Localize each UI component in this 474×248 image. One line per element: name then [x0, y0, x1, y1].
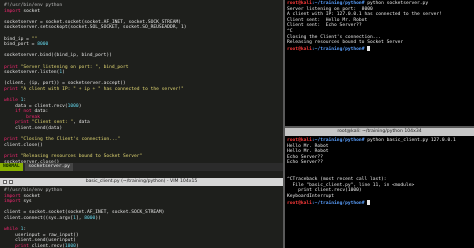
code-token: :: [23, 227, 27, 233]
editor-bottom-title: basic_client.py (~/training/python) - VI…: [85, 179, 198, 184]
code-token: "Closing the Client's connection...": [17, 137, 121, 143]
code-token: print: [4, 154, 18, 160]
code-token: socketserver.listen(: [4, 70, 60, 76]
code-token: print: [4, 137, 18, 143]
code-token: #!/usr/bin/env python: [4, 188, 63, 193]
terminal-bottom-output[interactable]: root@kali:~/training/python# python basi…: [287, 138, 456, 206]
horizontal-divider-right[interactable]: [285, 126, 474, 128]
window-buttons[interactable]: [3, 180, 13, 184]
code-line: print client.recv(1000): [4, 244, 164, 248]
editor-bottom-code[interactable]: #!/usr/bin/env python import socket import…: [4, 188, 164, 248]
close-icon[interactable]: [3, 180, 7, 184]
terminal-bottom-title: root@kali: ~/training/python 104x34: [337, 129, 422, 134]
terminal-bottom-titlebar[interactable]: root@kali: ~/training/python 104x34: [285, 128, 474, 136]
vim-filename: socketserver.py: [25, 163, 73, 171]
prompt-user: root@kali: [287, 200, 312, 206]
shell-prompt-line: root@kali:~/training/python# python basi…: [287, 138, 456, 144]
code-token: client.close(): [4, 142, 43, 148]
code-token: import: [4, 193, 21, 199]
code-token: client.connect((sys.argv[: [4, 215, 74, 221]
code-token: socket: [20, 193, 40, 199]
code-token: socketserver.bind((bind_ip, bind_port)): [4, 53, 112, 59]
code-token: 8000: [37, 42, 49, 48]
code-token: , data: [73, 120, 90, 126]
code-token: import: [4, 199, 21, 205]
code-token: 8000: [84, 215, 96, 221]
terminal-top-pane[interactable]: root@kali:~/training/python# python sock…: [285, 0, 474, 126]
code-token: data = client.recv(: [4, 103, 68, 109]
code-token: 1000: [64, 243, 76, 248]
code-token: userinput = raw_input(): [4, 232, 79, 238]
shell-prompt-line: root@kali:~/training/python#: [287, 45, 442, 52]
code-token: 1000: [67, 103, 79, 109]
code-token: import: [4, 8, 21, 14]
terminal-output-line: A client with IP: 127.0.0.1 has connecte…: [287, 12, 442, 18]
code-token: print: [4, 86, 18, 92]
code-token: print: [4, 120, 29, 126]
prompt-user: root@kali: [287, 138, 312, 143]
vertical-divider[interactable]: [283, 0, 285, 248]
code-token: while: [4, 227, 18, 233]
editor-bottom-titlebar[interactable]: basic_client.py (~/training/python) - VI…: [0, 178, 283, 186]
code-token: (client, (ip, port)) = socketserver.acce…: [4, 81, 126, 87]
code-token: "A client with IP: " + ip + " has connec…: [17, 86, 184, 92]
prompt-user: root@kali: [287, 46, 312, 52]
code-token: ): [75, 243, 79, 248]
code-token: bind_port =: [4, 42, 38, 48]
code-token: while: [4, 98, 18, 104]
code-token: "Client sent: ": [28, 120, 74, 126]
shell-prompt-line: root@kali:~/training/python# python sock…: [287, 1, 442, 7]
code-token: )): [95, 215, 101, 221]
code-token: client.send(userinput): [4, 238, 76, 244]
code-token: "Server listening on port: ", bind_port: [17, 64, 129, 70]
prompt-path: :~/training/python#: [311, 138, 365, 143]
code-token: "Releasing resources bound to Socket Ser…: [17, 154, 143, 160]
code-token: data:: [31, 109, 49, 115]
editor-top-pane[interactable]: #!/usr/bin/env python import socket socket…: [0, 0, 283, 178]
prompt-user: root@kali: [287, 1, 312, 6]
code-token: if not: [4, 109, 32, 115]
prompt-path: :~/training/python#: [311, 1, 365, 6]
code-token: #!/usr/bin/env python: [4, 3, 63, 8]
code-token: socket: [20, 8, 40, 14]
prompt-path: :~/training/python#: [311, 46, 365, 52]
prompt-command: python socketserver.py: [364, 1, 429, 6]
terminal-bottom-pane[interactable]: root@kali: ~/training/python 104x34 root…: [285, 128, 474, 248]
code-token: :: [23, 98, 27, 104]
code-line: print "A client with IP: " + ip + " has …: [4, 87, 187, 93]
code-token: socketserver.setsockopt(socket.SOL_SOCKE…: [4, 25, 187, 31]
vim-mode-badge: NORMAL: [0, 163, 23, 171]
prompt-path: :~/training/python#: [311, 200, 365, 206]
code-token: client.recv(: [28, 243, 65, 248]
code-token: ): [78, 103, 82, 109]
code-token: print: [4, 243, 29, 248]
terminal-cursor: [367, 45, 371, 51]
code-token: ],: [75, 215, 85, 221]
minimize-icon[interactable]: [9, 180, 13, 184]
code-token: print: [4, 64, 18, 70]
terminal-top-output[interactable]: root@kali:~/training/python# python sock…: [287, 1, 442, 52]
editor-bottom-pane[interactable]: basic_client.py (~/training/python) - VI…: [0, 178, 283, 248]
prompt-command: python basic_client.py 127.0.0.1: [364, 138, 456, 143]
editor-top-code[interactable]: #!/usr/bin/env python import socket socket…: [4, 3, 187, 165]
shell-prompt-line: root@kali:~/training/python#: [287, 199, 456, 206]
code-token: "": [31, 36, 38, 42]
code-token: client = socket.socket(socket.AF_INET, s…: [4, 210, 165, 216]
editor-top-statusbar: NORMAL socketserver.py: [0, 163, 283, 171]
terminal-cursor: [367, 199, 371, 205]
code-token: client.send(data): [4, 126, 63, 132]
code-token: bind_ip =: [4, 36, 32, 42]
code-token: sys: [20, 199, 32, 205]
code-line: socketserver.setsockopt(socket.SOL_SOCKE…: [4, 25, 187, 31]
code-token: ): [62, 70, 65, 76]
